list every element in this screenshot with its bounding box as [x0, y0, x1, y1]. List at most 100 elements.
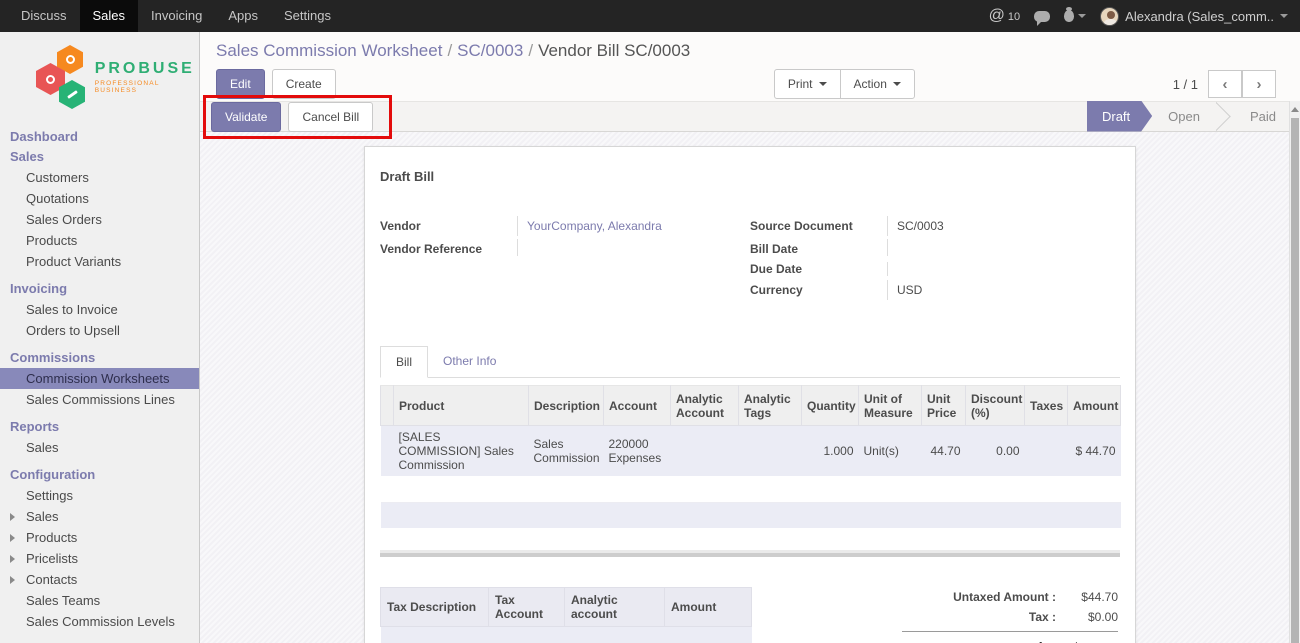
caret-down-icon	[1078, 14, 1086, 18]
statusbar: Validate Cancel Bill Draft Open Paid	[200, 101, 1300, 132]
top-menu-apps[interactable]: Apps	[215, 0, 271, 32]
sidebar-item-config-sales[interactable]: Sales	[0, 506, 199, 527]
field-groups: Vendor YourCompany, Alexandra Vendor Ref…	[380, 216, 1120, 303]
sidebar-item-config-contacts[interactable]: Contacts	[0, 569, 199, 590]
status-step-draft[interactable]: Draft	[1087, 101, 1152, 132]
sidebar-item-label: Pricelists	[26, 551, 78, 566]
due-date-value	[887, 262, 1120, 276]
sidebar-item-reports-sales[interactable]: Sales	[0, 437, 199, 458]
topbar-menus: Discuss Sales Invoicing Apps Settings	[0, 0, 344, 32]
top-menu-invoicing[interactable]: Invoicing	[138, 0, 215, 32]
sidebar-header-sales[interactable]: Sales	[0, 147, 199, 167]
handle-cell	[381, 426, 394, 477]
column-header-taxes[interactable]: Taxes	[1025, 386, 1068, 426]
cell-analytic-tags	[739, 426, 802, 477]
sidebar-item-quotations[interactable]: Quotations	[0, 188, 199, 209]
tab-other-info[interactable]: Other Info	[428, 346, 511, 378]
column-header-discount[interactable]: Discount (%)	[966, 386, 1025, 426]
column-header-analytic-account: Analytic account	[565, 588, 665, 627]
horizontal-scrollbar[interactable]	[380, 550, 1120, 557]
scroll-up-button[interactable]	[1290, 101, 1300, 117]
mention-counter[interactable]: @ 10	[989, 8, 1021, 24]
vendor-value-link[interactable]: YourCompany, Alexandra	[517, 216, 750, 236]
logo-subtitle: PROFESSIONAL BUSINESS	[95, 80, 199, 94]
tab-bill[interactable]: Bill	[380, 346, 428, 378]
sidebar-item-config-pricelists[interactable]: Pricelists	[0, 548, 199, 569]
sidebar-item-products[interactable]: Products	[0, 230, 199, 251]
debug-menu[interactable]	[1064, 10, 1086, 22]
column-header-analytic-account[interactable]: Analytic Account	[671, 386, 739, 426]
validate-button[interactable]: Validate	[211, 102, 281, 132]
bill-line-row[interactable]: [SALES COMMISSION] Sales Commission Sale…	[381, 426, 1121, 477]
sidebar-item-label: Sales	[26, 509, 59, 524]
column-header-description[interactable]: Description	[529, 386, 604, 426]
top-menu-sales[interactable]: Sales	[80, 0, 139, 32]
chevron-separator-icon	[1216, 101, 1234, 132]
totals-zone: Tax Description Tax Account Analytic acc…	[380, 587, 1120, 643]
column-header-unit-price[interactable]: Unit Price	[922, 386, 966, 426]
cell-quantity: 1.000	[802, 426, 859, 477]
action-button[interactable]: Action	[840, 69, 915, 99]
sidebar-item-product-variants[interactable]: Product Variants	[0, 251, 199, 272]
sidebar-item-config-products[interactable]: Products	[0, 527, 199, 548]
sidebar-header-dashboard[interactable]: Dashboard	[0, 120, 199, 147]
column-header-amount[interactable]: Amount	[1068, 386, 1121, 426]
empty-row	[381, 502, 1121, 528]
sidebar-header-commissions[interactable]: Commissions	[0, 341, 199, 368]
triangle-up-icon	[1291, 107, 1299, 112]
cell-unit-price: 44.70	[922, 426, 966, 477]
topbar: Discuss Sales Invoicing Apps Settings @ …	[0, 0, 1300, 32]
breadcrumb-link-sc0003[interactable]: SC/0003	[457, 41, 523, 60]
source-document-value: SC/0003	[887, 216, 1120, 236]
column-header-product[interactable]: Product	[394, 386, 529, 426]
control-panel: Sales Commission Worksheet/SC/0003/Vendo…	[200, 32, 1300, 101]
pager-previous-button[interactable]: ‹	[1208, 70, 1242, 98]
sidebar-item-sales-to-invoice[interactable]: Sales to Invoice	[0, 299, 199, 320]
sidebar-item-customers[interactable]: Customers	[0, 167, 199, 188]
empty-row	[381, 476, 1121, 502]
breadcrumb-separator: /	[442, 41, 457, 60]
print-button[interactable]: Print	[774, 69, 841, 99]
handle-column-header	[381, 386, 394, 426]
source-document-label: Source Document	[750, 216, 887, 233]
user-name: Alexandra (Sales_comm..	[1125, 9, 1274, 24]
scrollbar-thumb[interactable]	[1291, 118, 1299, 643]
bill-lines-table: Product Description Account Analytic Acc…	[380, 385, 1121, 528]
top-menu-discuss[interactable]: Discuss	[8, 0, 80, 32]
column-header-account[interactable]: Account	[604, 386, 671, 426]
sidebar-item-sales-commissions-lines[interactable]: Sales Commissions Lines	[0, 389, 199, 410]
logo-title: PROBUSE	[95, 60, 199, 78]
print-action-group: Print Action	[774, 69, 915, 99]
top-menu-settings[interactable]: Settings	[271, 0, 344, 32]
messages-icon[interactable]	[1034, 11, 1050, 22]
caret-down-icon	[893, 82, 901, 86]
sidebar-item-commission-worksheets[interactable]: Commission Worksheets	[0, 368, 199, 389]
sidebar-item-sales-teams[interactable]: Sales Teams	[0, 590, 199, 611]
sidebar-item-sales-commission-levels[interactable]: Sales Commission Levels	[0, 611, 199, 632]
print-label: Print	[788, 78, 813, 90]
column-header-uom[interactable]: Unit of Measure	[859, 386, 922, 426]
cell-account: 220000 Expenses	[604, 426, 671, 477]
sidebar-header-reports[interactable]: Reports	[0, 410, 199, 437]
bug-icon	[1064, 10, 1074, 22]
cancel-bill-button[interactable]: Cancel Bill	[288, 102, 373, 132]
mention-count: 10	[1008, 11, 1020, 24]
column-header-tax-account: Tax Account	[489, 588, 565, 627]
column-header-tax-description: Tax Description	[381, 588, 489, 627]
column-header-quantity[interactable]: Quantity	[802, 386, 859, 426]
tax-label: Tax :	[1029, 610, 1056, 624]
status-step-open[interactable]: Open	[1152, 101, 1216, 132]
pager-next-button[interactable]: ›	[1242, 70, 1276, 98]
column-header-analytic-tags[interactable]: Analytic Tags	[739, 386, 802, 426]
breadcrumb-current: Vendor Bill SC/0003	[538, 41, 690, 60]
sidebar-header-invoicing[interactable]: Invoicing	[0, 272, 199, 299]
sidebar-header-configuration[interactable]: Configuration	[0, 458, 199, 485]
sidebar-item-sales-orders[interactable]: Sales Orders	[0, 209, 199, 230]
logo-hexagons-icon	[34, 44, 93, 110]
user-menu[interactable]: Alexandra (Sales_comm..	[1100, 7, 1288, 26]
form-area: Draft Bill Vendor YourCompany, Alexandra…	[200, 132, 1300, 643]
untaxed-amount-value: $44.70	[1056, 590, 1118, 604]
sidebar-item-orders-to-upsell[interactable]: Orders to Upsell	[0, 320, 199, 341]
sidebar-item-settings[interactable]: Settings	[0, 485, 199, 506]
breadcrumb-link-worksheet[interactable]: Sales Commission Worksheet	[216, 41, 442, 60]
